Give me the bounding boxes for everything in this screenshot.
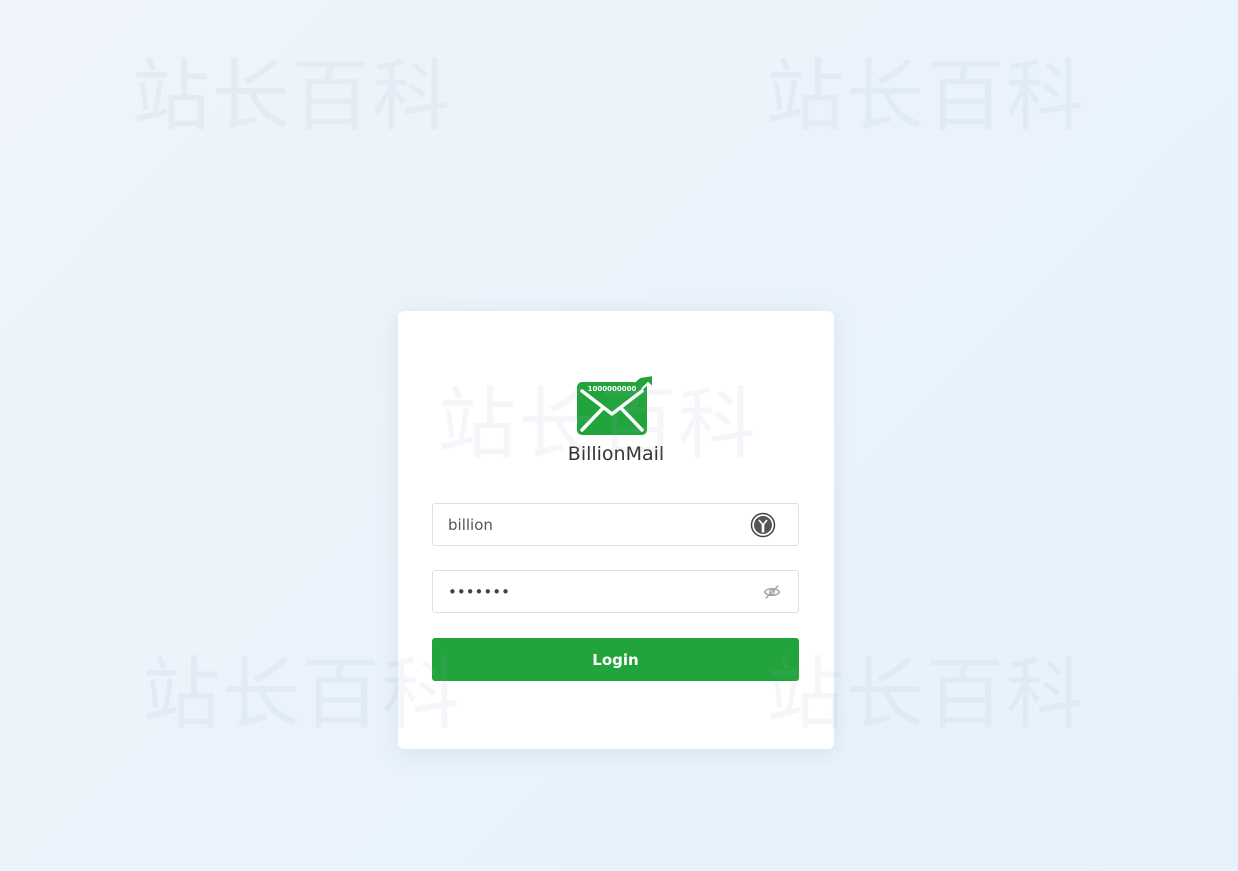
watermark: 站长百科 (132, 52, 453, 142)
login-button[interactable]: Login (432, 638, 799, 681)
username-field[interactable]: billion (432, 503, 799, 546)
password-manager-icon[interactable] (750, 512, 776, 538)
watermark: 站长百科 (766, 52, 1087, 142)
watermark: 站长百科 (142, 650, 463, 740)
watermark: 站长百科 (438, 380, 759, 470)
password-field[interactable]: ••••••• (432, 570, 799, 613)
username-input[interactable]: billion (433, 516, 750, 534)
password-input[interactable]: ••••••• (433, 583, 762, 601)
watermark: 站长百科 (766, 650, 1087, 740)
eye-slash-icon[interactable] (762, 582, 782, 602)
